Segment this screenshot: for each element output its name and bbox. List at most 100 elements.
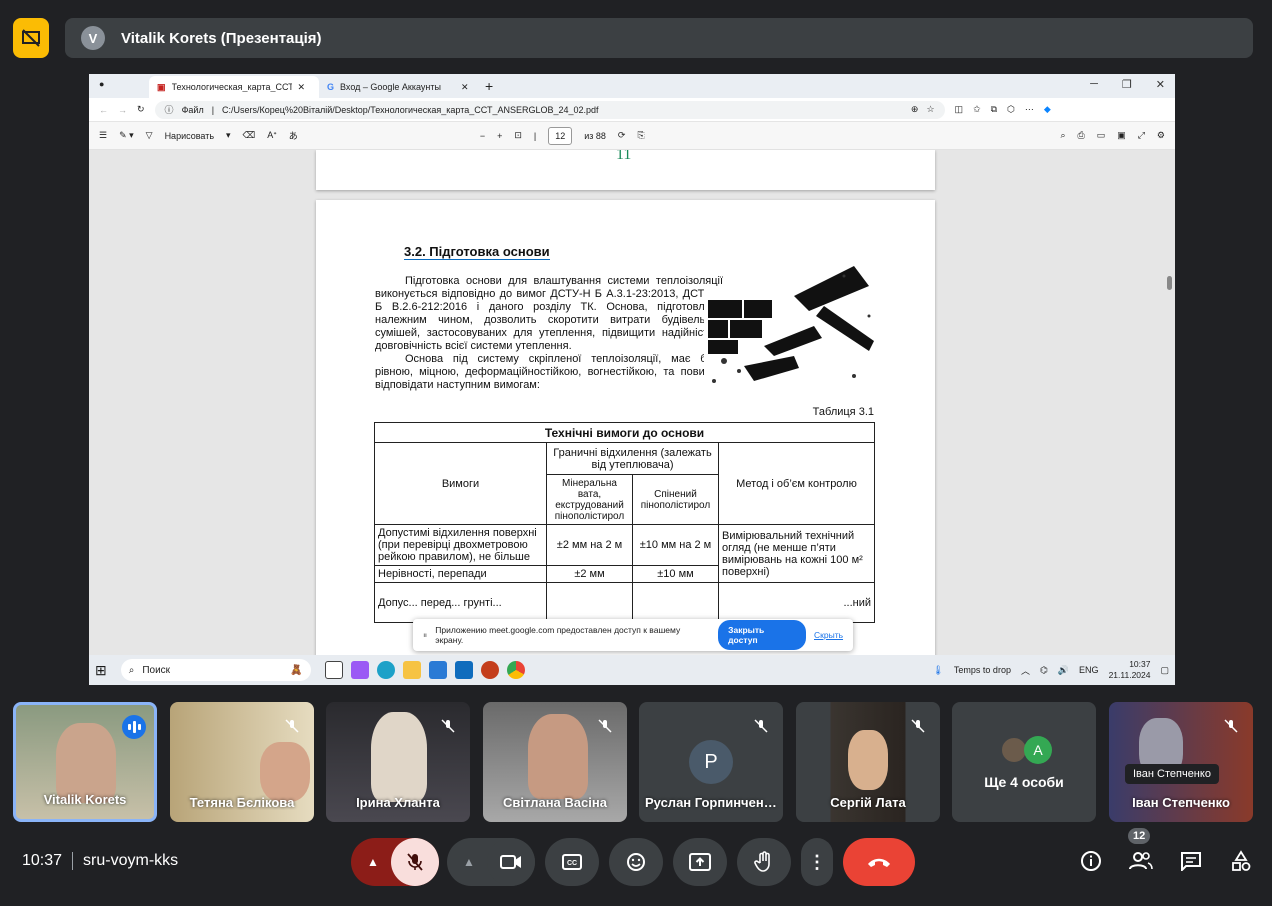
more-participants-tile[interactable]: A Ще 4 особи [952,702,1096,822]
profile-icon[interactable]: ● [89,79,149,93]
mail-icon[interactable] [454,661,473,679]
table-cell: Вимірювальний технічний огляд (не менше … [718,524,875,583]
back-icon[interactable]: ← [99,105,108,115]
close-icon[interactable]: ✕ [298,82,306,93]
tab-pdf[interactable]: ▣ Технологическая_карта_ССТ_ANSE ✕ [149,76,319,98]
shapes-icon [1232,850,1251,871]
page-view-icon[interactable]: ⎘ [637,130,644,141]
favorites-icon[interactable]: ✩ [973,104,981,115]
table-header: Вимоги [374,442,547,525]
store-icon[interactable] [428,661,447,679]
zoom-out-icon[interactable]: − [480,131,485,141]
new-tab-icon[interactable]: + [485,78,493,94]
file-explorer-icon[interactable] [402,661,421,679]
language-indicator[interactable]: ENG [1079,665,1099,675]
network-icon[interactable]: ⌬ [1040,665,1048,676]
save-icon[interactable]: ▭ [1097,130,1106,141]
pdf-page: 3.2. Підготовка основи Підготовка основи… [316,200,935,655]
more-options-button[interactable]: ⋮ [801,838,833,886]
mic-toggle-button[interactable] [391,838,439,886]
maximize-icon[interactable]: ❐ [1122,78,1132,91]
taskbar-search[interactable]: ⌕ Поиск 🧸 [120,659,311,681]
meeting-details-button[interactable] [1078,848,1104,874]
reload-icon[interactable]: ↻ [137,104,145,115]
chevron-down-icon[interactable]: ▾ [226,130,231,141]
task-view-icon[interactable] [324,661,343,679]
stop-sharing-button[interactable]: Закрыть доступ [718,620,806,650]
hide-link[interactable]: Скрыть [814,630,843,640]
edge-icon[interactable] [376,661,395,679]
url-field[interactable]: ⓘ Файл | C:/Users/Корец%20Віталій/Deskto… [154,100,945,119]
fit-page-icon[interactable]: ⊡ [514,130,522,141]
powerpoint-icon[interactable] [480,661,499,679]
participant-tile[interactable]: Іван Степченко Іван Степченко [1109,702,1253,822]
paragraph: Підготовка основи для влаштування систем… [375,275,723,352]
browser-tabbar: ● ▣ Технологическая_карта_ССТ_ANSE ✕ G В… [89,74,1175,98]
read-aloud-icon[interactable]: Aᐩ [267,130,277,141]
video-feed [260,742,310,802]
google-icon: G [327,82,335,92]
shared-screen: ● ▣ Технологическая_карта_ССТ_ANSE ✕ G В… [89,74,1175,685]
leave-call-button[interactable] [843,838,915,886]
section-title: 3.2. Підготовка основи [404,244,550,260]
participant-tile[interactable]: Сергій Лата [796,702,940,822]
table-cell: ...ний [718,582,875,623]
participant-tile[interactable]: Ірина Хланта [326,702,470,822]
translate-icon[interactable]: あ [289,129,298,142]
search-icon[interactable]: ⌕ [1060,130,1065,141]
draw-button[interactable]: Нарисовать [165,131,214,141]
minimize-icon[interactable]: ─ [1090,78,1098,91]
participant-tile[interactable]: Тетяна Бєлікова [170,702,314,822]
people-button[interactable]: 12 [1128,828,1154,874]
speaking-indicator-icon [122,715,146,739]
tab-google-login[interactable]: G Вход – Google Аккаунты ✕ [319,76,479,98]
present-button[interactable] [673,838,727,886]
participant-tile[interactable]: P Руслан Горпинченко [639,702,783,822]
extensions-icon[interactable]: ⬡ [1007,104,1015,115]
zoom-in-icon[interactable]: + [497,131,502,141]
notifications-icon[interactable]: ▢ [1160,665,1169,676]
volume-icon[interactable]: 🔊 [1058,665,1069,676]
split-screen-icon[interactable]: ◫ [955,104,964,115]
collections-icon[interactable]: ⧉ [991,104,997,115]
eraser-icon[interactable]: ⌫ [243,130,256,141]
participant-name: Тетяна Бєлікова [189,795,295,810]
rotate-icon[interactable]: ⟳ [618,130,626,141]
meeting-info: 10:37 sru-voym-kks [22,852,178,870]
clock[interactable]: 10:37 21.11.2024 [1109,659,1151,681]
chevron-up-icon[interactable]: ︿ [1021,664,1030,677]
people-count-badge: 12 [1128,828,1151,844]
close-window-icon[interactable]: ✕ [1156,78,1165,91]
copilot-icon[interactable] [350,661,369,679]
contents-icon[interactable]: ☰ [99,130,107,141]
raise-hand-button[interactable] [737,838,791,886]
weather-text[interactable]: Temps to drop [954,665,1011,675]
copilot-icon[interactable]: ◆ [1044,104,1051,115]
chrome-icon[interactable] [506,661,525,679]
zoom-icon[interactable]: ⊕ [911,104,919,115]
captions-button[interactable]: CC [545,838,599,886]
pdf-viewer[interactable]: 11 3.2. Підготовка основи Підготовка осн… [89,150,1175,655]
presentation-icon[interactable] [13,18,49,58]
avatar: P [689,740,733,784]
forward-icon[interactable]: → [118,105,127,115]
participant-tile[interactable]: Світлана Васіна [483,702,627,822]
star-icon[interactable]: ☆ [926,104,934,115]
save-as-icon[interactable]: ▣ [1117,130,1126,141]
emoji-button[interactable] [609,838,663,886]
draw-icon[interactable]: ▽ [146,130,153,141]
table-cell: ±10 мм [632,565,719,583]
more-icon[interactable]: ⋯ [1025,104,1034,115]
participant-tile[interactable]: Vitalik Korets [13,702,157,822]
scrollbar-thumb[interactable] [1167,276,1172,290]
camera-toggle-button[interactable] [487,838,535,886]
settings-icon[interactable]: ⚙ [1157,130,1165,141]
chat-button[interactable] [1178,848,1204,874]
highlight-icon[interactable]: ✎ ▾ [119,130,134,141]
fullscreen-icon[interactable]: ⤢ [1138,130,1145,141]
page-number-input[interactable]: 12 [548,126,573,145]
windows-start-icon[interactable]: ⊞ [95,662,107,679]
activities-button[interactable] [1228,848,1254,874]
close-icon[interactable]: ✕ [461,82,469,93]
print-icon[interactable]: ⎙ [1077,130,1084,141]
